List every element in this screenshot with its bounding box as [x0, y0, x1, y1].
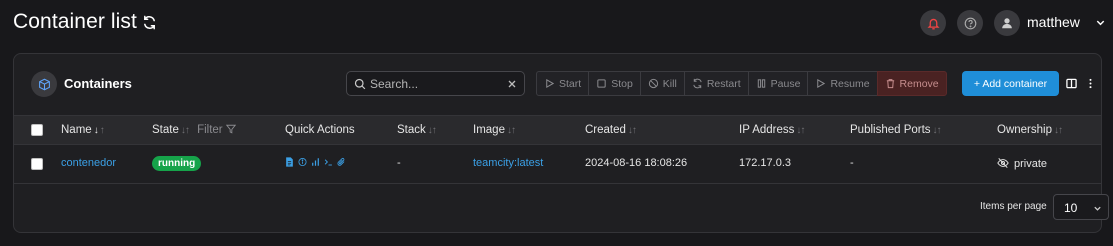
- eye-off-icon: [997, 157, 1009, 169]
- chevron-down-icon: [1094, 206, 1101, 211]
- ownership-label: private: [1014, 158, 1048, 170]
- stats-icon[interactable]: [311, 157, 320, 167]
- column-ports-label: Published Ports: [850, 124, 931, 136]
- console-icon[interactable]: [324, 157, 333, 167]
- sort-icon: ↓↑: [506, 125, 516, 136]
- column-quick-actions: Quick Actions: [285, 124, 355, 136]
- ports-cell: -: [850, 157, 854, 169]
- stop-icon: [597, 79, 606, 88]
- columns-icon[interactable]: [1066, 78, 1077, 89]
- column-name[interactable]: Name ↓ ↑: [61, 124, 105, 136]
- kill-label: Kill: [662, 77, 677, 90]
- ownership-cell: private: [997, 157, 1047, 170]
- inspect-icon[interactable]: [298, 157, 307, 167]
- table-row: contenedor running - teamcity:latest 202…: [14, 145, 1101, 184]
- containers-panel: Containers Start Stop Kill: [13, 53, 1109, 233]
- sort-icon: ↓↑: [180, 125, 190, 136]
- ip-cell: 172.17.0.3: [739, 157, 791, 169]
- column-created-label: Created: [585, 124, 626, 136]
- restart-label: Restart: [706, 77, 741, 90]
- filter-icon: [225, 124, 236, 134]
- panel-header: Containers Start Stop Kill: [14, 54, 1101, 115]
- select-all-checkbox[interactable]: [31, 124, 43, 136]
- play-icon: [546, 78, 555, 89]
- status-badge: running: [152, 156, 202, 171]
- more-options-icon[interactable]: [1085, 78, 1096, 89]
- notifications-button[interactable]: [920, 10, 946, 36]
- username[interactable]: matthew: [1027, 14, 1080, 30]
- column-state[interactable]: State ↓↑ Filter: [152, 124, 236, 136]
- chevron-down-icon[interactable]: [1095, 17, 1106, 28]
- sort-icon: ↓↑: [932, 125, 942, 136]
- state-filter[interactable]: Filter: [197, 124, 236, 136]
- sort-desc-icon: ↓: [93, 125, 99, 136]
- start-button[interactable]: Start: [536, 71, 590, 96]
- table-header: Name ↓ ↑ State ↓↑ Filter Quick Actions Stac…: [14, 115, 1101, 145]
- column-image-label: Image: [473, 124, 505, 136]
- stop-button[interactable]: Stop: [588, 71, 641, 96]
- remove-label: Remove: [899, 77, 939, 90]
- attach-icon[interactable]: [337, 157, 346, 167]
- items-per-page-label: Items per page: [980, 201, 1047, 212]
- restart-icon: [693, 78, 702, 89]
- pause-icon: [757, 79, 765, 88]
- remove-button[interactable]: Remove: [876, 71, 947, 96]
- pause-button[interactable]: Pause: [747, 71, 809, 96]
- column-ownership[interactable]: Ownership ↓↑: [997, 124, 1063, 136]
- column-stack-label: Stack: [397, 124, 426, 136]
- search-input[interactable]: [370, 74, 500, 93]
- column-ip[interactable]: IP Address ↓↑: [739, 124, 805, 136]
- bell-icon: [926, 18, 940, 29]
- start-label: Start: [559, 77, 582, 90]
- user-avatar[interactable]: [994, 10, 1020, 36]
- help-button[interactable]: [957, 10, 983, 36]
- column-ip-label: IP Address: [739, 124, 795, 136]
- ban-icon: [648, 78, 658, 89]
- quick-actions: [285, 157, 346, 167]
- search-icon: [354, 78, 366, 90]
- column-stack[interactable]: Stack ↓↑: [397, 124, 437, 136]
- created-cell: 2024-08-16 18:08:26: [585, 157, 688, 169]
- stack-cell: -: [397, 157, 401, 169]
- kill-button[interactable]: Kill: [639, 71, 685, 96]
- column-state-label: State: [152, 124, 179, 136]
- play-icon: [817, 78, 826, 89]
- column-ports[interactable]: Published Ports ↓↑: [850, 124, 942, 136]
- help-icon: [964, 17, 976, 29]
- row-checkbox[interactable]: [31, 158, 43, 170]
- sort-icon: ↑: [99, 125, 105, 136]
- panel-title: Containers: [64, 76, 132, 91]
- resume-button[interactable]: Resume: [807, 71, 878, 96]
- container-name-link[interactable]: contenedor: [61, 157, 116, 169]
- clear-search-icon[interactable]: [507, 79, 517, 89]
- page-title: Container list: [13, 10, 137, 33]
- container-actions-group: Start Stop Kill Restart Pause Resume Rem…: [536, 71, 947, 96]
- refresh-icon[interactable]: [142, 15, 157, 30]
- add-container-button[interactable]: + Add container: [962, 71, 1059, 96]
- logs-icon[interactable]: [285, 157, 294, 167]
- user-avatar-icon: [1002, 18, 1012, 29]
- trash-icon: [886, 79, 894, 89]
- search-box: [346, 71, 525, 96]
- cube-icon: [38, 78, 50, 90]
- containers-icon-wrap: [31, 71, 57, 97]
- column-image[interactable]: Image ↓↑: [473, 124, 516, 136]
- sort-icon: ↓↑: [427, 125, 437, 136]
- column-created[interactable]: Created ↓↑: [585, 124, 637, 136]
- items-per-page-value: 10: [1064, 201, 1078, 215]
- items-per-page-select[interactable]: 10: [1053, 194, 1109, 220]
- stop-label: Stop: [611, 77, 633, 90]
- column-name-label: Name: [61, 124, 92, 136]
- resume-label: Resume: [830, 77, 870, 90]
- restart-button[interactable]: Restart: [683, 71, 749, 96]
- sort-icon: ↓↑: [627, 125, 637, 136]
- image-link[interactable]: teamcity:latest: [473, 157, 543, 169]
- state-filter-label: Filter: [197, 124, 223, 136]
- column-ownership-label: Ownership: [997, 124, 1052, 136]
- pause-label: Pause: [770, 77, 801, 90]
- table-footer: Items per page 10: [14, 184, 1109, 233]
- sort-icon: ↓↑: [1053, 125, 1063, 136]
- sort-icon: ↓↑: [796, 125, 805, 136]
- top-bar: Container list matthew: [0, 0, 1113, 48]
